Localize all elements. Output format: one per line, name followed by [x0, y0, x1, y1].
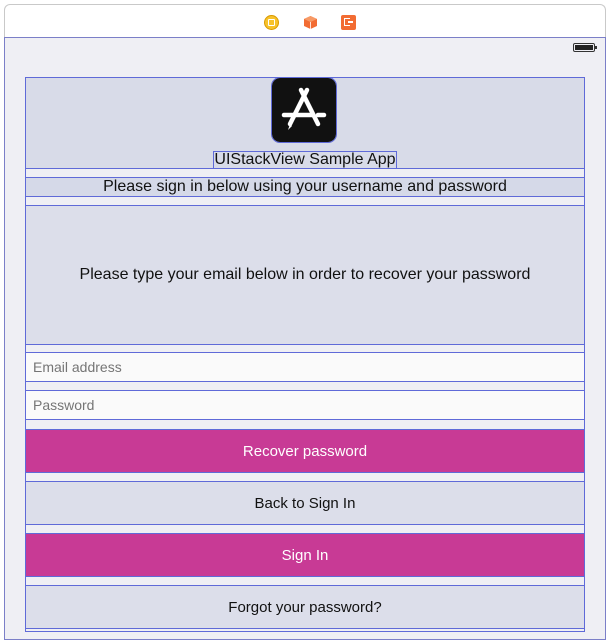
forgot-password-button[interactable]: Forgot your password?: [25, 585, 585, 629]
exit-icon[interactable]: [341, 15, 356, 30]
sign-in-button[interactable]: Sign In: [25, 533, 585, 577]
recover-password-button[interactable]: Recover password: [25, 429, 585, 473]
password-field[interactable]: [25, 390, 585, 420]
first-responder-icon[interactable]: [303, 15, 318, 30]
back-to-sign-in-button[interactable]: Back to Sign In: [25, 481, 585, 525]
recover-instructions: Please type your email below in order to…: [25, 205, 585, 345]
app-title: UIStackView Sample App: [213, 151, 397, 169]
view-controller-icon[interactable]: [264, 15, 279, 30]
sign-in-instructions: Please sign in below using your username…: [25, 177, 585, 197]
app-store-icon: [271, 77, 337, 143]
email-field[interactable]: [25, 352, 585, 382]
battery-icon: [573, 43, 597, 52]
scene-dock: [4, 4, 606, 38]
